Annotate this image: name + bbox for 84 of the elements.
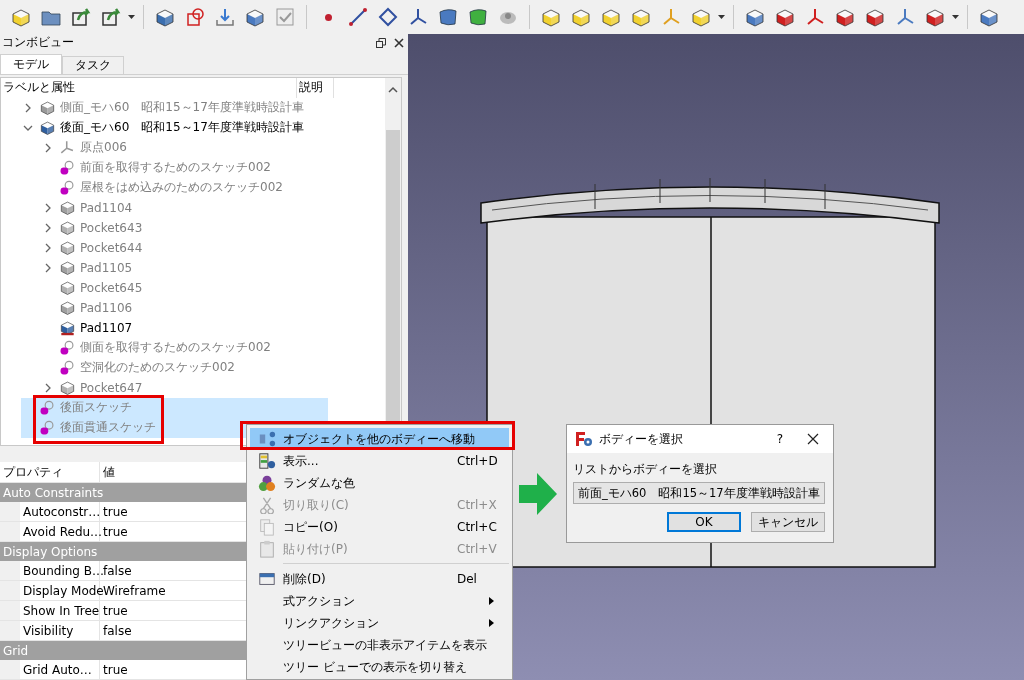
dialog-title: ボディーを選択 [599,430,684,448]
tree-item[interactable]: 側面を取得するためのスケッチ002 [41,337,328,358]
panel-title: コンボビュー [2,34,75,52]
tree-item[interactable]: 空洞化のためのスケッチ002 [41,357,328,378]
dropdown-caret-icon[interactable] [952,15,959,19]
help-button[interactable]: ? [765,431,795,447]
menu-item-icon [257,474,276,492]
chevron-right-icon[interactable] [23,102,33,113]
field-label: リストからボディーを選択 [573,461,718,478]
tab[interactable]: モデル [0,53,62,74]
dialog-button[interactable]: キャンセル [751,512,825,532]
scroll-up-icon[interactable] [388,85,398,94]
pointer-arrow [519,473,557,515]
sketch-icon [59,359,76,377]
menu-item-icon [257,540,276,558]
close-icon[interactable] [394,37,404,48]
pocket-icon [59,379,76,397]
tree-item[interactable]: Pad1104 [41,197,328,218]
tree-item[interactable]: 側面_モハ60 昭和15～17年度準戦時設計車 [21,97,328,118]
pocket-icon [59,279,76,297]
sketch-icon [184,6,206,28]
pocket-icon [59,219,76,237]
column-header[interactable]: プロパティ [0,462,100,482]
body-icon [39,119,56,137]
dropdown-caret-icon[interactable] [718,15,725,19]
pad-icon [59,259,76,277]
chevron-right-icon[interactable] [43,202,53,213]
pad-icon [59,299,76,317]
pad-icon [59,319,76,337]
line-icon [347,6,369,28]
share-icon [100,6,122,28]
shape-icon [437,6,459,28]
shape-icon [467,6,489,28]
submenu-arrow-icon [489,597,495,605]
dropdown-caret-icon[interactable] [128,15,135,19]
check-icon [274,6,296,28]
menu-item-icon [257,496,276,514]
share-icon [70,6,92,28]
tree-item[interactable]: Pocket645 [41,277,328,298]
menu-item[interactable]: オブジェクトを他のボディーへ移動 [250,428,509,450]
diamond-icon [377,6,399,28]
tree-item[interactable]: Pad1107 [41,317,328,338]
tree-item[interactable]: 屋根をはめ込みのためのスケッチ002 [41,177,328,198]
property-name: Avoid Redu… [20,522,100,541]
menu-item-icon [257,452,276,470]
sketch-icon [59,179,76,197]
chevron-right-icon[interactable] [43,262,53,273]
tree-item[interactable]: Pocket644 [41,237,328,258]
tab[interactable]: タスク [62,55,124,74]
tree-item[interactable]: 原点006 [41,137,328,158]
menu-item-icon [257,430,276,448]
property-name: Autoconstr… [20,502,100,521]
sketch-icon [39,399,56,417]
menu-item-icon [257,518,276,536]
column-header[interactable]: 説明 [297,77,334,98]
dialog-button[interactable]: OK [667,512,741,532]
pad-icon [59,199,76,217]
body-icon [39,99,56,117]
pocket-icon [59,239,76,257]
property-name: Show In Tree [20,601,100,620]
property-name: Grid Auto… [20,660,100,679]
float-icon[interactable] [376,37,386,48]
point-icon [324,13,332,21]
column-header[interactable]: ラベルと属性 [1,77,297,98]
tree-item[interactable]: Pocket647 [41,377,328,398]
chevron-right-icon[interactable] [43,242,53,253]
sketch-icon [59,339,76,357]
tree-item[interactable]: Pocket643 [41,217,328,238]
download-icon [214,6,236,28]
app-logo-icon [575,431,593,447]
chevron-right-icon[interactable] [43,222,53,233]
tree-item[interactable]: Pad1105 [41,257,328,278]
submenu-arrow-icon [489,619,495,627]
chevron-right-icon[interactable] [43,382,53,393]
property-name: Visibility [20,621,100,640]
tree-item[interactable]: Pad1106 [41,297,328,318]
chevron-right-icon[interactable] [43,142,53,153]
tree-item[interactable]: 前面を取得するためのスケッチ002 [41,157,328,178]
body-dropdown[interactable]: 前面_モハ60 昭和15～17年度準戦時設計車 [573,482,825,504]
tree-item[interactable]: 後面_モハ60 昭和15～17年度準戦時設計車 [21,117,328,138]
sketch-icon [39,419,56,437]
close-icon[interactable] [807,433,819,445]
sketch-icon [59,159,76,177]
menu-item-icon [257,570,276,588]
